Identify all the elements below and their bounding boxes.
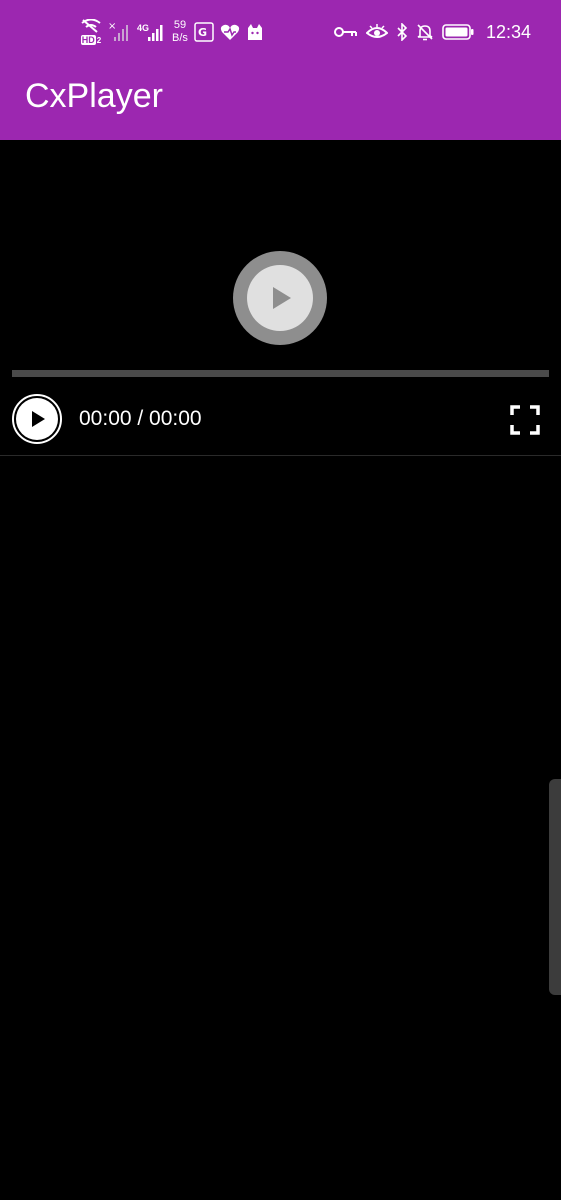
fullscreen-icon	[510, 405, 540, 435]
hd-label: HD	[80, 35, 96, 45]
player-controls: 00:00 / 00:00	[0, 390, 561, 456]
video-player[interactable]: 00:00 / 00:00	[0, 140, 561, 456]
notifications-off-icon	[416, 23, 434, 41]
app-title: CxPlayer	[25, 77, 163, 115]
play-button[interactable]	[12, 394, 62, 444]
status-right-icons: 12:34	[333, 14, 531, 50]
status-left-icons: HD 2 × 4G 59 B/s G	[80, 14, 264, 50]
status-bar: HD 2 × 4G 59 B/s G 12:34	[0, 0, 561, 62]
health-heart-icon	[220, 23, 240, 41]
net-speed-unit: B/s	[172, 32, 188, 44]
play-icon	[273, 287, 291, 309]
signal-4g-icon: 4G	[136, 20, 166, 44]
bluetooth-icon	[396, 23, 408, 41]
center-play-inner	[247, 265, 313, 331]
fullscreen-button[interactable]	[506, 401, 544, 439]
svg-text:G: G	[198, 26, 207, 39]
eye-comfort-icon	[365, 24, 388, 40]
wifi-off-icon: HD 2	[80, 19, 102, 45]
app-screen: HD 2 × 4G 59 B/s G 12:34 CxPlayer 00:00 …	[0, 0, 561, 1200]
battery-icon	[442, 24, 474, 40]
hd-sim-label: 2	[96, 36, 102, 45]
play-button-inner	[16, 398, 58, 440]
cat-app-icon	[246, 23, 264, 41]
sim-no-signal-icon: ×	[108, 20, 130, 44]
network-type-label: 4G	[137, 23, 150, 33]
progress-bar[interactable]	[12, 370, 549, 377]
app-bar: CxPlayer	[0, 62, 561, 140]
play-icon	[32, 411, 45, 427]
svg-text:×: ×	[108, 21, 116, 32]
player-divider	[0, 455, 561, 456]
time-display: 00:00 / 00:00	[79, 407, 202, 430]
net-speed: 59 B/s	[172, 19, 188, 45]
vpn-key-icon	[333, 25, 358, 39]
status-clock: 12:34	[485, 21, 531, 42]
net-speed-value: 59	[173, 19, 187, 31]
center-play-button[interactable]	[233, 251, 327, 345]
scrollbar-handle[interactable]	[549, 779, 561, 995]
translate-icon: G	[194, 22, 214, 42]
